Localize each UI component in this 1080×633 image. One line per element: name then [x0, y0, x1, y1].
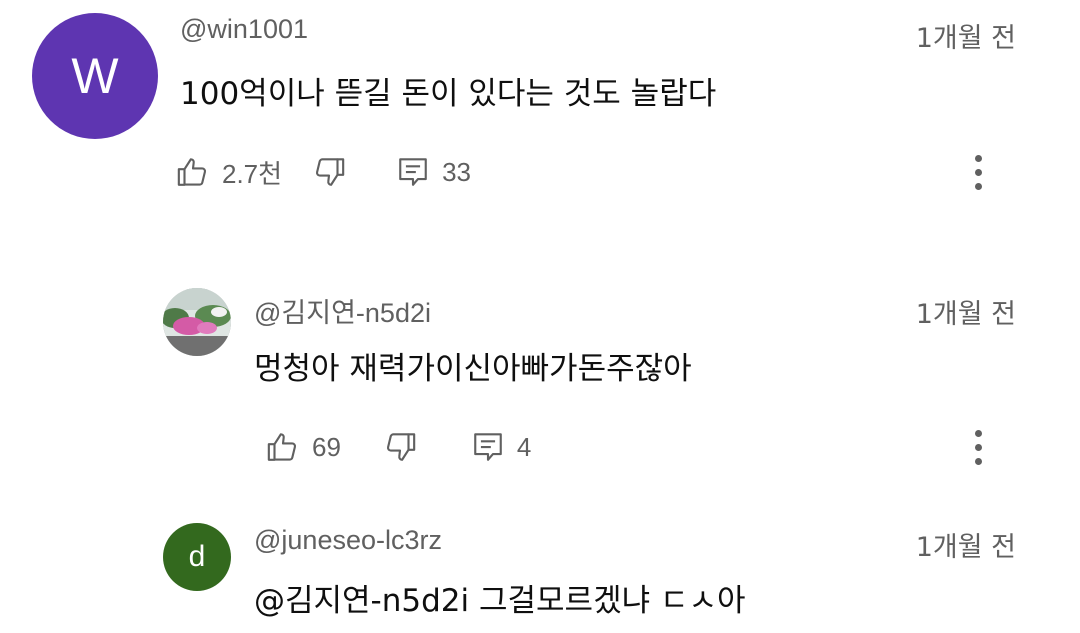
reply-count: 33	[442, 156, 471, 187]
comment-icon	[396, 155, 430, 189]
reply-item: @김지연-n5d2i 1개월 전 멍청아 재력가이신아빠가돈주잖아 69 4	[0, 270, 1080, 490]
thumb-down-icon	[312, 155, 346, 189]
comment-actions: 2.7천 33	[176, 150, 471, 194]
avatar[interactable]: W	[32, 13, 158, 139]
avatar[interactable]	[163, 288, 231, 356]
more-options-button[interactable]	[968, 425, 988, 469]
comment-timestamp: 1개월 전	[915, 23, 1016, 54]
comment-author[interactable]: @win1001	[180, 14, 308, 45]
reply-item: d @juneseo-lc3rz 1개월 전 @김지연-n5d2i 그걸모르겠냐…	[0, 505, 1080, 633]
avatar-photo-icon	[163, 288, 231, 356]
comment-text: 100억이나 뜯길 돈이 있다는 것도 놀랍다	[180, 76, 717, 112]
comment-timestamp: 1개월 전	[915, 532, 1016, 563]
like-button[interactable]: 69	[266, 430, 341, 464]
comment-actions: 69 4	[266, 425, 531, 469]
dislike-button[interactable]	[383, 430, 417, 464]
avatar-letter: d	[188, 540, 206, 573]
comment-item: W @win1001 1개월 전 100억이나 뜯길 돈이 있다는 것도 놀랍다…	[0, 0, 1080, 240]
like-count: 2.7천	[222, 158, 283, 189]
comment-text: 멍청아 재력가이신아빠가돈주잖아	[254, 351, 692, 387]
thumb-down-icon	[383, 430, 417, 464]
like-button[interactable]: 2.7천	[176, 154, 282, 191]
thumb-up-icon	[176, 155, 210, 189]
comment-author[interactable]: @김지연-n5d2i	[254, 291, 431, 330]
vertical-ellipsis-icon	[974, 429, 982, 437]
reply-button[interactable]: 4	[471, 430, 531, 464]
comment-author[interactable]: @juneseo-lc3rz	[254, 525, 442, 556]
more-options-button[interactable]	[968, 150, 988, 194]
dislike-button[interactable]	[312, 155, 346, 189]
comment-icon	[471, 430, 505, 464]
reply-count: 4	[516, 431, 532, 462]
comment-text: @김지연-n5d2i 그걸모르겠냐 ㄷㅅ아	[254, 583, 746, 619]
reply-button[interactable]: 33	[396, 155, 471, 189]
vertical-ellipsis-icon	[974, 154, 982, 162]
avatar-letter: W	[71, 48, 119, 104]
avatar[interactable]: d	[163, 523, 231, 591]
like-count: 69	[312, 431, 341, 462]
comment-timestamp: 1개월 전	[915, 299, 1016, 330]
thumb-up-icon	[266, 430, 300, 464]
